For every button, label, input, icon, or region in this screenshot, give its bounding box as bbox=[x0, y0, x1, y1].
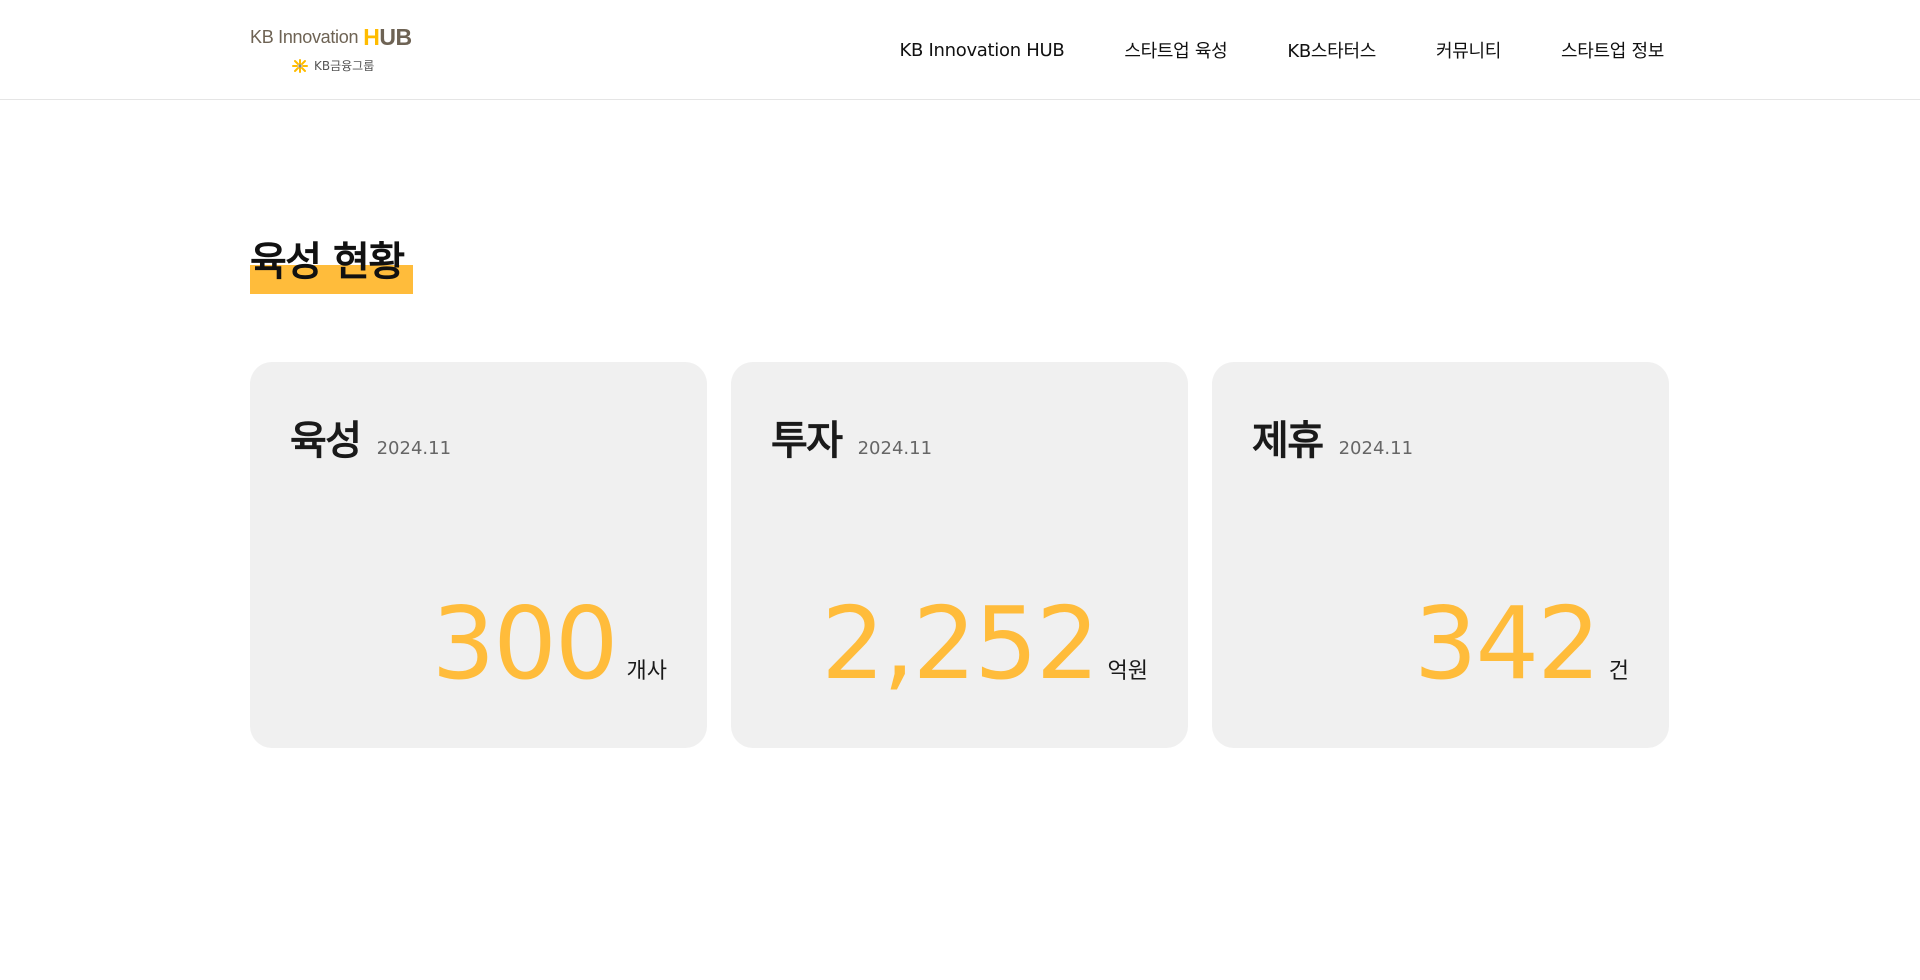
logo-hub-h: H bbox=[363, 24, 380, 50]
stat-card-investment: 투자 2024.11 2,252 억원 bbox=[731, 362, 1188, 748]
card-value: 342 건 bbox=[1414, 594, 1629, 694]
kb-star-icon bbox=[290, 58, 310, 73]
section-title: 육성 현황 bbox=[250, 236, 413, 294]
logo-hub-rest: UB bbox=[379, 24, 412, 50]
logo-brand-text: KB Innovation bbox=[250, 27, 359, 47]
card-title: 투자 bbox=[771, 418, 843, 464]
stat-unit: 개사 bbox=[626, 659, 667, 684]
stat-card-partnership: 제휴 2024.11 342 건 bbox=[1212, 362, 1669, 748]
stat-card-incubation: 육성 2024.11 300 개사 bbox=[250, 362, 707, 748]
card-header: 육성 2024.11 bbox=[290, 408, 451, 466]
card-title: 제휴 bbox=[1252, 418, 1324, 464]
logo-wordmark: KB Innovation HUB bbox=[250, 24, 412, 50]
nav-item-kb-innovation-hub[interactable]: KB Innovation HUB bbox=[900, 40, 1065, 61]
card-header: 제휴 2024.11 bbox=[1252, 408, 1413, 466]
main-nav: KB Innovation HUB 스타트업 육성 KB스타터스 커뮤니티 스타… bbox=[900, 0, 1665, 100]
stat-unit: 건 bbox=[1608, 659, 1629, 684]
site-header: KB Innovation HUB KB금융그룹 KB Innovation H… bbox=[0, 0, 1920, 100]
card-date: 2024.11 bbox=[1338, 438, 1414, 459]
kb-innovation-hub-logo[interactable]: KB Innovation HUB KB금융그룹 bbox=[250, 24, 426, 76]
nav-item-startup-incubation[interactable]: 스타트업 육성 bbox=[1124, 37, 1227, 63]
card-value: 2,252 억원 bbox=[821, 594, 1148, 694]
logo-group-text: KB금융그룹 bbox=[314, 58, 375, 73]
logo-group-line: KB금융그룹 bbox=[290, 56, 374, 74]
nav-item-kb-starters[interactable]: KB스타터스 bbox=[1287, 37, 1376, 63]
stat-number: 2,252 bbox=[821, 585, 1099, 702]
logo-hub-text: HUB bbox=[363, 24, 412, 50]
stats-cards: 육성 2024.11 300 개사 투자 2024.11 2,252 억원 제휴… bbox=[250, 362, 1670, 748]
stat-unit: 억원 bbox=[1107, 659, 1148, 684]
nav-item-startup-info[interactable]: 스타트업 정보 bbox=[1561, 37, 1664, 63]
card-date: 2024.11 bbox=[376, 438, 452, 459]
stat-number: 342 bbox=[1413, 585, 1601, 702]
card-title: 육성 bbox=[290, 418, 362, 464]
card-date: 2024.11 bbox=[857, 438, 933, 459]
stat-number: 300 bbox=[431, 585, 619, 702]
section-title-text: 육성 현황 bbox=[250, 239, 405, 285]
card-header: 투자 2024.11 bbox=[771, 408, 932, 466]
card-value: 300 개사 bbox=[432, 594, 667, 694]
nav-item-community[interactable]: 커뮤니티 bbox=[1436, 37, 1501, 63]
